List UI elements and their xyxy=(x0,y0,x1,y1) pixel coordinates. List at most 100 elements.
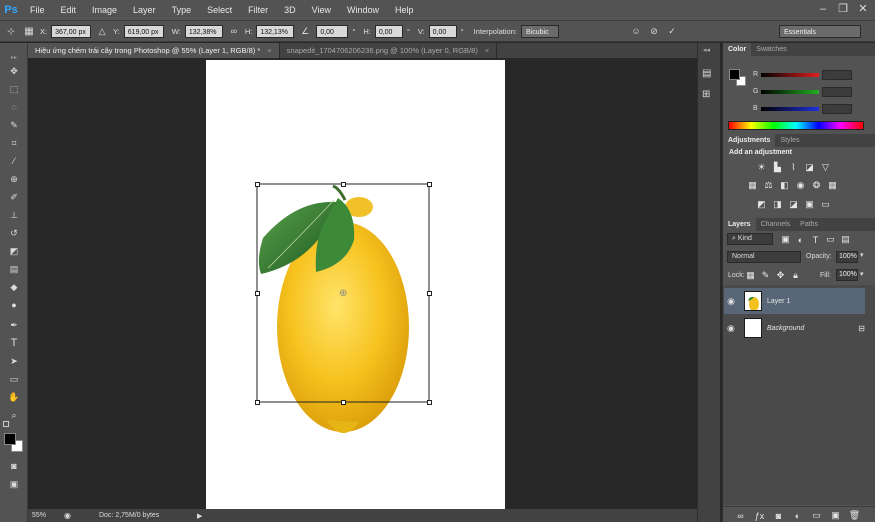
reference-point-icon[interactable]: ▦ xyxy=(22,24,36,38)
menu-view[interactable]: View xyxy=(304,0,339,20)
layer-filter-select[interactable]: ⌕ Kind xyxy=(727,233,773,245)
rectangle-tool-icon[interactable]: ▭ xyxy=(5,371,23,387)
blue-value[interactable]: 0 xyxy=(821,103,852,114)
height-input[interactable]: 132,13% xyxy=(256,24,295,38)
lasso-tool-icon[interactable]: ◌ xyxy=(5,99,23,115)
tab-paths[interactable]: Paths xyxy=(795,218,823,231)
restore-button[interactable]: ❐ xyxy=(835,2,851,16)
green-value[interactable]: 0 xyxy=(822,86,853,97)
dodge-tool-icon[interactable]: ● xyxy=(5,297,23,313)
tab-snapedit-document[interactable]: snapedit_1704706206236.png @ 100% (Layer… xyxy=(280,43,498,58)
filter-type-icon[interactable]: T xyxy=(810,234,821,245)
posterize-icon[interactable]: ◨ xyxy=(772,199,783,210)
menu-help[interactable]: Help xyxy=(387,0,422,20)
status-menu-arrow[interactable]: ▶ xyxy=(197,512,202,520)
healing-tool-icon[interactable]: ⊕ xyxy=(5,171,23,187)
channel-mixer-icon[interactable]: ❂ xyxy=(811,180,822,191)
workspace-select[interactable]: Essentials xyxy=(779,24,861,38)
color-spectrum-bar[interactable] xyxy=(728,121,864,130)
green-slider[interactable] xyxy=(761,89,820,94)
menu-edit[interactable]: Edit xyxy=(53,0,85,20)
blue-slider[interactable] xyxy=(760,106,819,111)
menu-3d[interactable]: 3D xyxy=(276,0,304,20)
brightness-contrast-icon[interactable]: ☀ xyxy=(756,162,767,173)
lock-transparency-icon[interactable]: ▦ xyxy=(745,270,756,281)
brush-tool-icon[interactable]: ✐ xyxy=(5,189,23,205)
minimize-button[interactable]: – xyxy=(815,2,831,16)
color-lookup-icon[interactable]: ▦ xyxy=(827,180,838,191)
lemon-layer-image[interactable]: ⊕ xyxy=(206,60,505,509)
default-colors-icon[interactable] xyxy=(3,421,9,427)
path-select-tool-icon[interactable]: ➤ xyxy=(5,353,23,369)
foreground-color-swatch[interactable] xyxy=(4,433,16,445)
lock-position-icon[interactable]: ✥ xyxy=(775,270,786,281)
tab-layers[interactable]: Layers xyxy=(723,218,756,231)
commit-transform-icon[interactable]: ✓ xyxy=(665,24,679,38)
lock-pixels-icon[interactable]: ✎ xyxy=(760,270,771,281)
menu-type[interactable]: Type xyxy=(164,0,200,20)
visibility-eye-icon[interactable]: ◉ xyxy=(724,294,738,308)
tab-close-icon[interactable]: × xyxy=(267,46,271,55)
history-brush-tool-icon[interactable]: ↺ xyxy=(5,225,23,241)
clone-stamp-tool-icon[interactable]: ⊥ xyxy=(5,207,23,223)
red-slider[interactable] xyxy=(761,72,820,77)
document-canvas[interactable]: ⊕ xyxy=(206,60,505,509)
hskew-input[interactable]: 0,00 xyxy=(374,24,403,38)
filter-shape-icon[interactable]: ▭ xyxy=(825,234,836,245)
tab-styles[interactable]: Styles xyxy=(775,134,804,147)
color-balance-icon[interactable]: ⚖ xyxy=(763,180,774,191)
relative-position-icon[interactable]: △ xyxy=(95,24,109,38)
width-input[interactable]: 132,38% xyxy=(184,24,223,38)
vibrance-icon[interactable]: ▽ xyxy=(820,162,831,173)
filter-smart-icon[interactable]: ▤ xyxy=(840,234,851,245)
gradient-map-icon[interactable]: ▭ xyxy=(820,199,831,210)
threshold-icon[interactable]: ◪ xyxy=(788,199,799,210)
menu-filter[interactable]: Filter xyxy=(240,0,276,20)
fill-input[interactable]: 100% xyxy=(836,269,858,281)
angle-input[interactable]: 0,00 xyxy=(316,24,349,38)
warp-icon[interactable]: ☺ xyxy=(629,24,643,38)
cancel-transform-icon[interactable]: ⊘ xyxy=(647,24,661,38)
quick-mask-icon[interactable]: ◙ xyxy=(5,458,23,474)
gradient-tool-icon[interactable]: ▤ xyxy=(5,261,23,277)
transform-handle-b[interactable] xyxy=(341,400,346,405)
canvas-area[interactable]: ⊕ xyxy=(28,58,720,509)
opacity-input[interactable]: 100% xyxy=(836,251,858,263)
transform-handle-tl[interactable] xyxy=(255,182,260,187)
new-group-icon[interactable]: ▭ xyxy=(811,510,822,521)
transform-handle-t[interactable] xyxy=(341,182,346,187)
fill-dropdown-icon[interactable]: ▾ xyxy=(860,270,864,278)
transform-handle-br[interactable] xyxy=(427,400,432,405)
menu-select[interactable]: Select xyxy=(199,0,240,20)
blur-tool-icon[interactable]: ◆ xyxy=(5,279,23,295)
tab-color[interactable]: Color xyxy=(723,43,752,56)
curves-icon[interactable]: ⌇ xyxy=(788,162,799,173)
new-adjustment-layer-icon[interactable]: ◐ xyxy=(792,510,803,521)
zoom-level[interactable]: 55% xyxy=(32,512,58,519)
link-icon[interactable]: ∞ xyxy=(227,24,241,38)
visibility-eye-icon[interactable]: ◉ xyxy=(724,321,738,335)
pen-tool-icon[interactable]: ✒ xyxy=(5,317,23,333)
crop-tool-icon[interactable]: ⌗ xyxy=(5,135,23,151)
opacity-dropdown-icon[interactable]: ▾ xyxy=(860,251,864,259)
filter-pixel-icon[interactable]: ▣ xyxy=(780,234,791,245)
layer-row-layer-1[interactable]: ◉ Layer 1 xyxy=(724,288,865,314)
history-panel-icon[interactable]: ▤ xyxy=(702,68,711,79)
type-tool-icon[interactable]: T xyxy=(5,335,23,351)
tab-swatches[interactable]: Swatches xyxy=(751,43,791,56)
link-layers-icon[interactable]: ∞ xyxy=(735,510,746,521)
interpolation-select[interactable]: Bicubic xyxy=(521,24,559,38)
eraser-tool-icon[interactable]: ◩ xyxy=(5,243,23,259)
red-value[interactable]: 0 xyxy=(822,69,853,80)
tab-adjustments[interactable]: Adjustments xyxy=(723,134,776,147)
tab-channels[interactable]: Channels xyxy=(756,218,796,231)
quick-select-tool-icon[interactable]: ✎ xyxy=(5,117,23,133)
selective-color-icon[interactable]: ▣ xyxy=(804,199,815,210)
transform-handle-r[interactable] xyxy=(427,291,432,296)
transform-tool-icon[interactable]: ⊹ xyxy=(4,24,18,38)
filter-adjustment-icon[interactable]: ◐ xyxy=(795,234,806,245)
move-tool-icon[interactable]: ✥ xyxy=(5,63,23,79)
add-mask-icon[interactable]: ◙ xyxy=(773,510,784,521)
levels-icon[interactable]: ▙ xyxy=(772,162,783,173)
transform-handle-bl[interactable] xyxy=(255,400,260,405)
